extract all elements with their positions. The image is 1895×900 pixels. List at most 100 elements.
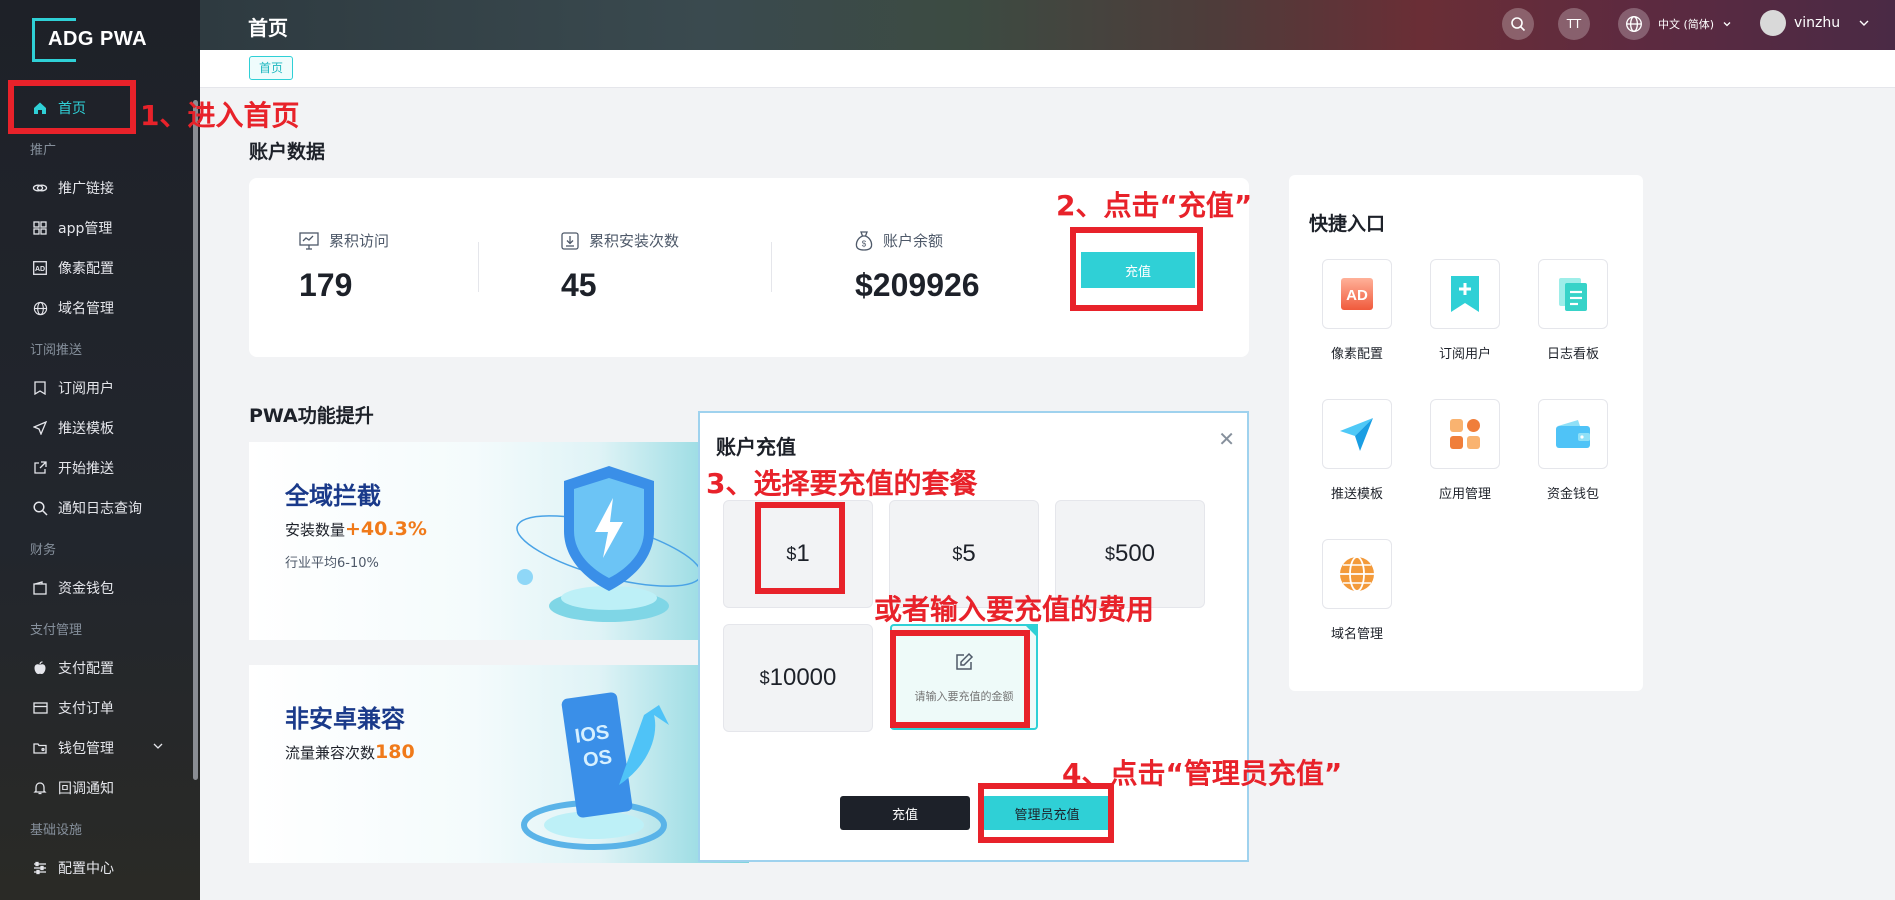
- sidebar-item-config-center[interactable]: 配置中心: [0, 848, 200, 888]
- logo[interactable]: ADG PWA: [32, 18, 152, 62]
- sidebar-item-push-template[interactable]: 推送模板: [0, 408, 200, 448]
- svg-text:AD: AD: [35, 266, 45, 273]
- search-button[interactable]: [1502, 8, 1534, 40]
- grid-icon: [32, 220, 48, 236]
- quick-item-label: 订阅用户: [1438, 347, 1491, 362]
- stat-value: 45: [561, 267, 597, 303]
- banner-sub-prefix: 安装数量: [285, 521, 346, 539]
- stat-visits: 累积访问 179: [299, 230, 389, 304]
- stat-label: 账户余额: [883, 232, 944, 250]
- sidebar-item-callback[interactable]: 回调通知: [0, 768, 200, 808]
- quick-item-wallet[interactable]: 资金钱包: [1528, 399, 1618, 502]
- page-title: 首页: [248, 16, 288, 40]
- stat-label-row: 累积访问: [299, 230, 389, 251]
- sidebar-item-label: 钱包管理: [58, 741, 114, 757]
- divider: [771, 242, 772, 292]
- ad-icon: AD: [1322, 259, 1392, 329]
- sidebar-group-payment: 支付管理: [30, 622, 83, 638]
- quick-item-label: 日志看板: [1546, 347, 1599, 362]
- banner-subtitle: 流量兼容次数180: [285, 741, 415, 763]
- sidebar-item-wallet-mgmt[interactable]: 钱包管理: [0, 728, 200, 768]
- top-header: 首页 TT 中文 (简体) vinzhu: [200, 0, 1895, 50]
- banner-sub-value: 180: [375, 741, 415, 763]
- quick-item-log-board[interactable]: 日志看板: [1528, 259, 1618, 362]
- banner-title: 全域拦截: [285, 482, 381, 510]
- sidebar-item-app-mgmt[interactable]: app管理: [0, 208, 200, 248]
- annotation-box-home: [8, 80, 136, 134]
- annotation-step2: 2、点击“充值”: [1056, 189, 1253, 222]
- ad-icon: AD: [32, 260, 48, 276]
- language-label: 中文 (简体): [1658, 18, 1715, 31]
- annotation-box-admin-recharge: [978, 783, 1114, 843]
- package-option-10000[interactable]: $10000: [723, 624, 873, 732]
- sliders-icon: [32, 860, 48, 876]
- annotation-box-custom: [890, 630, 1030, 728]
- wallet-icon: [32, 580, 48, 596]
- chevron-down-icon: [1723, 22, 1731, 27]
- sidebar-item-label: 支付配置: [58, 661, 114, 677]
- banner-subtitle: 安装数量+40.3%: [285, 518, 427, 540]
- quick-item-label: 推送模板: [1330, 487, 1383, 502]
- apple-icon: [32, 660, 48, 676]
- quick-item-domain-mgmt[interactable]: 域名管理: [1312, 539, 1402, 642]
- stat-balance: $ 账户余额 $209926: [855, 230, 980, 304]
- banner-sub-value: +40.3%: [345, 518, 427, 540]
- paper-plane-icon: [1322, 399, 1392, 469]
- globe-icon: [1322, 539, 1392, 609]
- bookmark-plus-icon: [1430, 259, 1500, 329]
- sidebar-item-pay-orders[interactable]: 支付订单: [0, 688, 200, 728]
- annotation-step1: 1、进入首页: [140, 99, 300, 132]
- sidebar-item-start-push[interactable]: 开始推送: [0, 448, 200, 488]
- avatar: [1760, 10, 1786, 36]
- external-link-icon: [32, 460, 48, 476]
- search-icon: [32, 500, 48, 516]
- sidebar-item-label: 订阅用户: [58, 381, 114, 397]
- quick-item-push-template[interactable]: 推送模板: [1312, 399, 1402, 502]
- banner-sub-prefix: 流量兼容次数: [285, 744, 376, 762]
- feature-banner-intercept[interactable]: 全域拦截 安装数量+40.3% 行业平均6-10%: [249, 442, 749, 640]
- globe-icon: [1618, 8, 1650, 40]
- chevron-down-icon: [1859, 20, 1869, 26]
- document-icon: [1538, 259, 1608, 329]
- money-bag-icon: $: [855, 230, 873, 251]
- quick-item-pixel-config[interactable]: AD 像素配置: [1312, 259, 1402, 362]
- modal-recharge-button[interactable]: 充值: [840, 796, 970, 830]
- globe-icon: [32, 300, 48, 316]
- send-icon: [32, 420, 48, 436]
- stat-label-row: 累积安装次数: [561, 230, 679, 251]
- sidebar-item-notif-log[interactable]: 通知日志查询: [0, 488, 200, 528]
- feature-banner-compat[interactable]: 非安卓兼容 流量兼容次数180 IOS OS: [249, 665, 749, 863]
- sidebar-item-pixel-config[interactable]: AD 像素配置: [0, 248, 200, 288]
- sidebar: ADG PWA 首页 推广 推广链接 app管理 AD 像素配置 域名管理 订阅…: [0, 0, 200, 900]
- breadcrumb-tag-home[interactable]: 首页: [249, 56, 294, 80]
- svg-text:AD: AD: [1346, 287, 1368, 304]
- sidebar-item-pay-config[interactable]: 支付配置: [0, 648, 200, 688]
- quick-item-app-mgmt[interactable]: 应用管理: [1420, 399, 1510, 502]
- sidebar-item-wallet[interactable]: 资金钱包: [0, 568, 200, 608]
- sidebar-group-finance: 财务: [30, 542, 57, 558]
- sidebar-group-subscription: 订阅推送: [30, 342, 83, 358]
- bell-icon: [32, 780, 48, 796]
- stat-installs: 累积安装次数 45: [561, 230, 679, 304]
- stat-label: 累积安装次数: [589, 232, 680, 250]
- font-size-button[interactable]: TT: [1558, 8, 1590, 40]
- sidebar-item-label: 回调通知: [58, 781, 114, 797]
- package-currency: $: [952, 543, 963, 564]
- sidebar-item-promo-link[interactable]: 推广链接: [0, 168, 200, 208]
- sidebar-item-label: app管理: [58, 221, 113, 237]
- banner-note: 行业平均6-10%: [285, 556, 379, 571]
- sidebar-scrollbar[interactable]: [193, 100, 198, 780]
- card-icon: [32, 700, 48, 716]
- sidebar-item-label: 资金钱包: [58, 581, 114, 597]
- sidebar-item-label: 通知日志查询: [58, 501, 142, 517]
- bookmark-icon: [32, 380, 48, 396]
- stat-label: 累积访问: [329, 232, 390, 250]
- user-menu[interactable]: vinzhu: [1760, 10, 1870, 36]
- chevron-down-icon: [152, 740, 164, 756]
- stat-value: $209926: [855, 267, 980, 303]
- sidebar-item-domain-mgmt[interactable]: 域名管理: [0, 288, 200, 328]
- quick-item-subscribers[interactable]: 订阅用户: [1420, 259, 1510, 362]
- language-selector[interactable]: 中文 (简体): [1618, 8, 1732, 40]
- close-icon[interactable]: ✕: [1218, 427, 1235, 451]
- sidebar-item-subscribers[interactable]: 订阅用户: [0, 368, 200, 408]
